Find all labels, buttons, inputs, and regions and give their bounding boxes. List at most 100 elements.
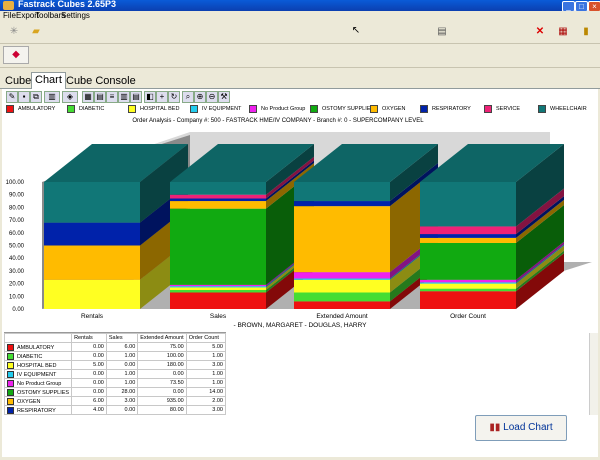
legend-item: No Product Group (249, 105, 305, 113)
table-cell: 1.00 (185, 369, 226, 379)
bar-segment (170, 284, 266, 287)
chart-type-icon[interactable]: ▥ (44, 91, 60, 103)
view3d-icon[interactable]: ◧ (144, 91, 156, 103)
table-row[interactable]: HOSPITAL BED 5.00 0.00 180.00 3.00 (4, 360, 226, 370)
menu-settings[interactable]: Settings (61, 11, 90, 20)
delete-icon[interactable]: ✕ (534, 26, 546, 38)
table-row[interactable]: DIABETIC 0.00 1.00 100.00 1.00 (4, 351, 226, 361)
bar-segment (170, 182, 266, 195)
bar-segment (44, 182, 140, 223)
bar-segment (170, 287, 266, 290)
table-row[interactable]: RESPIRATORY 4.00 0.00 80.00 3.00 (4, 405, 226, 415)
bar-segment (44, 245, 140, 280)
table-row[interactable]: No Product Group 0.00 1.00 73.50 1.00 (4, 378, 226, 388)
menu-bar: File Export Toolbars Settings (0, 11, 600, 21)
bar-segment (420, 279, 516, 283)
menu-file[interactable]: File (3, 11, 16, 20)
legend-item: OSTOMY SUPPLIES (310, 105, 374, 113)
table-icon[interactable]: ▤ (94, 91, 106, 103)
open-folder-icon[interactable]: ▰ (30, 26, 42, 38)
table-cell: 1.00 (105, 351, 139, 361)
zoom-in-icon[interactable]: ⊕ (194, 91, 206, 103)
row-swatch (7, 397, 14, 405)
zoom-icon[interactable]: ⌕ (182, 91, 194, 103)
table-scrollbar[interactable] (589, 333, 598, 415)
y-tick-label: 30.00 (9, 269, 25, 275)
tab-cube[interactable]: Cube (2, 74, 34, 88)
bar-segment (420, 282, 516, 284)
print-icon[interactable]: ▤ (436, 26, 448, 38)
legend-item: DIABETIC (67, 105, 104, 113)
bar-segment (420, 226, 516, 235)
grid-icon[interactable]: ▦ (82, 91, 94, 103)
bar-segment (294, 272, 390, 279)
main-toolbar: ✳ ▰ ↖ ▤ ✕ ▦ ▮ (0, 21, 600, 44)
table-cell: 100.00 (137, 351, 187, 361)
table-cell: 1.00 (185, 378, 226, 388)
bar-segment (420, 237, 516, 243)
table-row[interactable]: IV EQUIPMENT 0.00 1.00 0.00 1.00 (4, 369, 226, 379)
table-cell: 0.00 (137, 387, 187, 397)
row-name: IV EQUIPMENT (17, 371, 57, 378)
rows-icon[interactable]: ▤ (130, 91, 142, 103)
edit-icon[interactable]: ✎ (6, 91, 18, 103)
y-tick-label: 10.00 (9, 294, 25, 300)
tab-strip: Cube Chart Cube Console (0, 72, 600, 89)
row-swatch (7, 379, 14, 387)
column-header[interactable]: Sales (105, 333, 139, 343)
book-icon: ◆ (12, 49, 20, 60)
save-icon[interactable]: ▪ (18, 91, 30, 103)
table-cell: 80.00 (137, 405, 187, 415)
cube-icon[interactable]: ▦ (557, 26, 569, 38)
table-row[interactable]: OXYGEN 6.00 3.00 935.00 2.00 (4, 396, 226, 406)
table-cell: 4.00 (71, 405, 107, 415)
legend-icon[interactable]: ≡ (106, 91, 118, 103)
tools-icon[interactable]: ⚒ (218, 91, 230, 103)
legend-label: No Product Group (261, 106, 306, 112)
chart-book-button[interactable]: ◆ (3, 46, 29, 64)
legend-item: RESPIRATORY (420, 105, 471, 113)
exit-door-icon[interactable]: ▮ (580, 26, 592, 38)
table-row[interactable]: OSTOMY SUPPLIES 0.00 28.00 0.00 14.00 (4, 387, 226, 397)
rotate-icon[interactable]: ↻ (168, 91, 180, 103)
bar-segment (420, 242, 516, 280)
table-cell: 0.00 (71, 351, 107, 361)
legend-swatch (538, 105, 546, 113)
bar-segment (420, 288, 516, 292)
row-name: AMBULATORY (17, 344, 55, 351)
column-header[interactable] (4, 333, 73, 343)
table-cell: 0.00 (71, 342, 107, 352)
row-label: OXYGEN (4, 396, 73, 406)
column-header[interactable]: Extended Amount (137, 333, 187, 343)
load-chart-button[interactable]: ▮▮ Load Chart (475, 415, 567, 441)
table-cell: 1.00 (105, 369, 139, 379)
palette-icon[interactable]: ◈ (62, 91, 78, 103)
table-cell: 0.00 (71, 369, 107, 379)
copy-icon[interactable]: ⧉ (30, 91, 42, 103)
chart-subtitle: - BROWN, MARGARET - DOUGLAS, HARRY (233, 322, 367, 329)
table-row[interactable]: AMBULATORY 0.00 6.00 75.00 5.00 (4, 342, 226, 352)
bar-segment (44, 279, 140, 309)
zoom-out-icon[interactable]: ⊖ (206, 91, 218, 103)
row-label: HOSPITAL BED (4, 360, 73, 370)
table-cell: 0.00 (71, 378, 107, 388)
table-cell: 5.00 (71, 360, 107, 370)
row-swatch (7, 388, 14, 396)
y-tick-label: 20.00 (9, 282, 25, 288)
y-tick-label: 0.00 (12, 307, 24, 313)
tab-cube-console[interactable]: Cube Console (63, 74, 139, 88)
add-icon[interactable]: + (156, 91, 168, 103)
bar-segment (294, 301, 390, 309)
legend-swatch (370, 105, 378, 113)
table-cell: 3.00 (185, 405, 226, 415)
column-header[interactable]: Rentals (71, 333, 107, 343)
column-header[interactable]: Order Count (185, 333, 226, 343)
columns-icon[interactable]: ▥ (118, 91, 130, 103)
legend-item: AMBULATORY (6, 105, 55, 113)
new-icon[interactable]: ✳ (8, 26, 20, 38)
table-cell: 3.00 (105, 396, 139, 406)
window-title: Fastrack Cubes 2.65P3 (18, 0, 117, 9)
tab-chart[interactable]: Chart (31, 72, 66, 89)
chart-title: Order Analysis - Company #: 500 - FASTRA… (132, 118, 424, 124)
row-swatch (7, 361, 14, 369)
